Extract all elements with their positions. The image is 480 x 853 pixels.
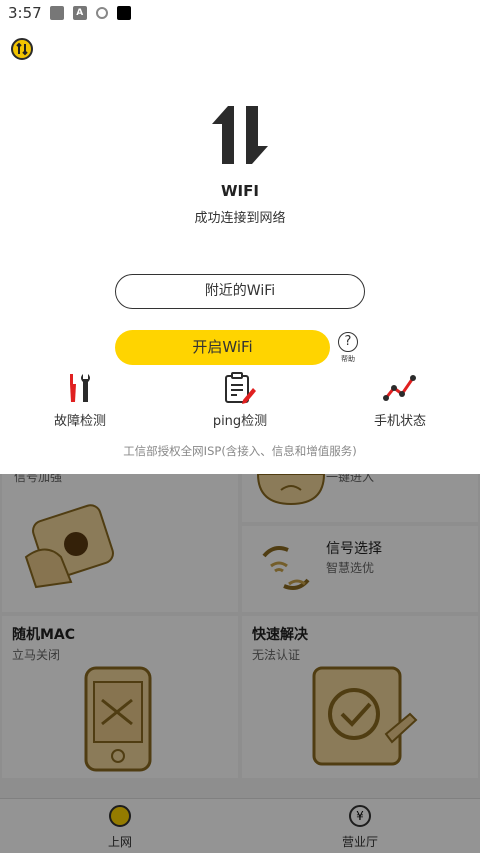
tool-label: ping检测 [212,414,268,429]
ping-detection-button[interactable]: ping检测 [190,372,290,429]
wifi-popup: WIFI 成功连接到网络 附近的WiFi 开启WiFi ? 帮助 故障检测 pi… [0,26,480,474]
tools-icon [70,374,90,402]
transfer-arrows-icon [212,106,268,164]
phone-status-button[interactable]: 手机状态 [350,372,450,429]
license-text: 工信部授权全网ISP(含接入、信息和增值服务) [123,444,357,458]
open-wifi-button[interactable]: 开启WiFi [115,330,330,365]
screen: 信号加强 一键进入 信号选择 智慧选优 随机MAC 立马关闭 快速解决 无法认证… [0,0,480,853]
shield-icon [95,7,108,19]
clipboard-pen-icon [225,372,256,404]
black-square-icon [116,6,131,20]
status-time: 3:57 [8,4,42,22]
question-icon: ? [338,332,358,352]
trend-chart-icon [383,375,416,401]
fault-detection-button[interactable]: 故障检测 [30,372,130,429]
nearby-wifi-button[interactable]: 附近的WiFi [115,274,365,309]
tool-label: 故障检测 [53,414,106,429]
help-button[interactable]: ? 帮助 [336,332,360,364]
app-logo-icon[interactable] [11,38,33,60]
a-badge-icon: A [72,6,87,20]
popup-title: WIFI [221,182,259,200]
tool-label: 手机状态 [373,414,426,429]
status-bar: 3:57 A [0,0,480,26]
connection-status: 成功连接到网络 [194,211,286,226]
gray-square-icon [49,6,64,20]
help-label: 帮助 [341,355,355,363]
